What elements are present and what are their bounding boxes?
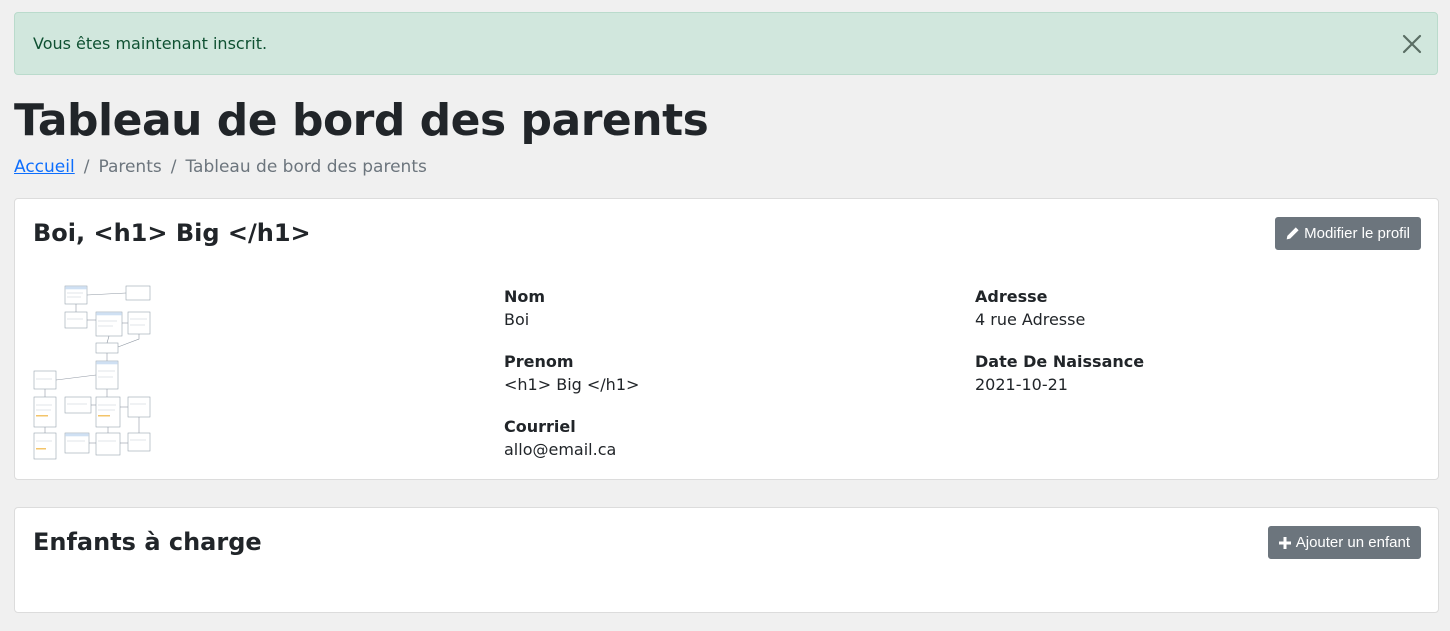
field-value: Boi [504, 310, 530, 329]
plus-icon [1278, 536, 1292, 550]
page-title: Tableau de bord des parents [14, 95, 709, 146]
children-card: Enfants à charge Ajouter un enfant [14, 507, 1439, 613]
field-label: Date De Naissance [975, 352, 1145, 371]
field-adresse: Adresse 4 rue Adresse [975, 287, 1085, 330]
field-date-naissance: Date De Naissance 2021-10-21 [975, 352, 1144, 395]
field-value: allo@email.ca [504, 440, 617, 459]
success-alert: Vous êtes maintenant inscrit. [14, 12, 1438, 75]
breadcrumb-item-current: Tableau de bord des parents [185, 157, 427, 177]
add-child-button[interactable]: Ajouter un enfant [1267, 526, 1421, 559]
close-icon[interactable] [1401, 33, 1423, 55]
field-nom: Nom Boi [504, 287, 545, 330]
breadcrumb-separator: / [83, 157, 90, 177]
profile-heading: Boi, <h1> Big </h1> [33, 219, 311, 247]
edit-profile-button[interactable]: Modifier le profil [1275, 217, 1421, 250]
field-value: 2021-10-21 [975, 375, 1068, 394]
breadcrumb-home-link[interactable]: Accueil [14, 157, 75, 177]
breadcrumb-item-parents: Parents [98, 157, 162, 177]
alert-message: Vous êtes maintenant inscrit. [33, 34, 268, 53]
field-value: <h1> Big </h1> [504, 375, 640, 394]
field-label: Courriel [504, 417, 576, 436]
edit-profile-label: Modifier le profil [1304, 225, 1410, 242]
profile-card: Boi, <h1> Big </h1> Modifier le profil N… [14, 198, 1439, 480]
breadcrumb: Accueil / Parents / Tableau de bord des pare… [14, 156, 427, 178]
field-value: 4 rue Adresse [975, 310, 1086, 329]
profile-photo [33, 285, 151, 460]
field-label: Nom [504, 287, 546, 306]
breadcrumb-separator: / [170, 157, 177, 177]
field-label: Adresse [975, 287, 1048, 306]
children-heading: Enfants à charge [33, 528, 262, 556]
add-child-label: Ajouter un enfant [1295, 534, 1410, 551]
field-prenom: Prenom <h1> Big </h1> [504, 352, 639, 395]
pencil-icon [1285, 226, 1300, 241]
field-label: Prenom [504, 352, 574, 371]
field-courriel: Courriel allo@email.ca [504, 417, 616, 460]
